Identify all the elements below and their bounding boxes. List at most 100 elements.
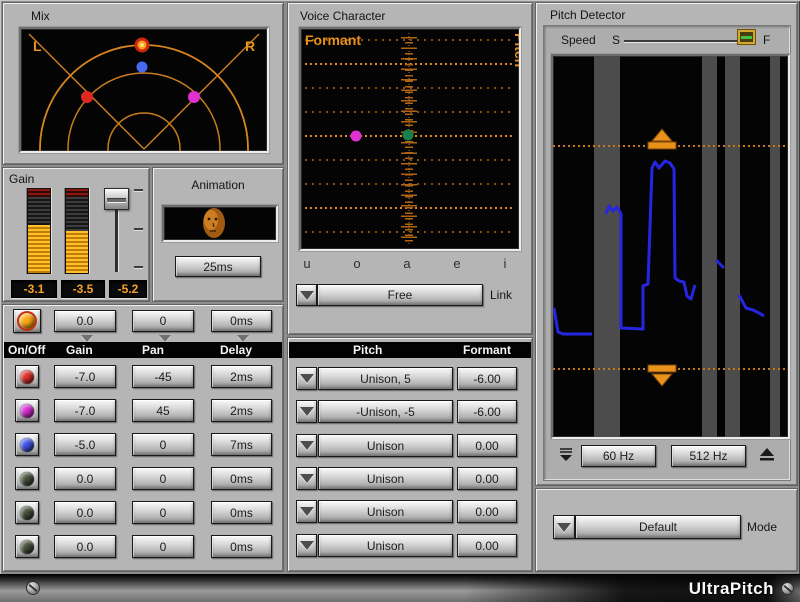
mix-arc-outer xyxy=(40,45,248,151)
voice-5-onoff-button[interactable] xyxy=(15,501,39,524)
low-threshold-marker-icon[interactable] xyxy=(652,374,672,386)
gain-fader-handle[interactable] xyxy=(104,188,129,210)
dropdown-arrow-icon xyxy=(300,407,314,416)
speed-slider-track[interactable] xyxy=(624,40,740,42)
voice-1-gain-button[interactable]: -7.0 xyxy=(54,365,116,388)
gain-panel-title: Gain xyxy=(9,172,34,186)
gain-fader-value: -5.2 xyxy=(109,280,147,298)
pitch-2-formant-button[interactable]: -6.00 xyxy=(457,400,517,423)
high-threshold-marker-icon[interactable] xyxy=(652,129,672,141)
mix-panel-title: Mix xyxy=(31,9,50,23)
voice-3-delay-button[interactable]: 7ms xyxy=(211,433,272,456)
pitch-formant-header: Pitch Formant xyxy=(289,342,531,358)
voice-1-led xyxy=(20,370,34,384)
voice-6-pan-button[interactable]: 0 xyxy=(132,535,194,558)
pitch-5-formant-button[interactable]: 0.00 xyxy=(457,500,517,523)
voice-5-pan-button[interactable]: 0 xyxy=(132,501,194,524)
master-gain-button[interactable]: 0.0 xyxy=(54,310,116,332)
low-threshold-marker-bar[interactable] xyxy=(648,365,676,372)
range-min-icon[interactable] xyxy=(557,447,575,463)
animation-display xyxy=(162,205,278,242)
link-mode-dropdown-button[interactable] xyxy=(296,284,317,306)
vowel-label-u: u xyxy=(300,256,314,271)
pitch-4-interval-button[interactable]: Unison xyxy=(318,467,453,490)
pitch-detector-title: Pitch Detector xyxy=(550,8,625,22)
voice-2-gain-button[interactable]: -7.0 xyxy=(54,399,116,422)
voice-2-onoff-button[interactable] xyxy=(15,399,39,422)
pitch-6-interval-button[interactable]: Unison xyxy=(318,534,453,557)
pitch-3-dropdown-button[interactable] xyxy=(296,434,317,457)
detector-stripe xyxy=(725,56,740,437)
master-delay-button[interactable]: 0ms xyxy=(211,310,272,332)
gain-meter-right-value: -3.5 xyxy=(61,280,105,298)
animation-rate-button[interactable]: 25ms xyxy=(175,256,261,277)
dropdown-arrow-icon xyxy=(300,441,314,450)
voice-5-gain-button[interactable]: 0.0 xyxy=(54,501,116,524)
gain-meter-left xyxy=(27,188,51,274)
column-pointer-icon xyxy=(159,335,171,342)
voice-4-onoff-button[interactable] xyxy=(15,467,39,490)
pitch-6-formant-button[interactable]: 0.00 xyxy=(457,534,517,557)
mix-right-speaker-label: R xyxy=(245,38,255,54)
voice-1-pan-button[interactable]: -45 xyxy=(132,365,194,388)
voice-4-gain-button[interactable]: 0.0 xyxy=(54,467,116,490)
pitch-1-dropdown-button[interactable] xyxy=(296,367,317,390)
meter-lit-zone xyxy=(66,231,88,273)
pitch-curve-segment xyxy=(716,260,724,268)
mode-dropdown-button[interactable] xyxy=(553,515,575,539)
pitch-axis-label: Pitch xyxy=(512,33,519,67)
voice-5-delay-button[interactable]: 0ms xyxy=(211,501,272,524)
pitch-5-interval-button[interactable]: Unison xyxy=(318,500,453,523)
gain-meter-right xyxy=(65,188,89,274)
gain-meter-left-value: -3.1 xyxy=(11,280,57,298)
range-max-icon[interactable] xyxy=(758,447,776,463)
voice-character-dot-magenta[interactable] xyxy=(351,131,362,142)
speed-slider-handle[interactable] xyxy=(738,30,755,44)
pitch-2-interval-button[interactable]: -Unison, -5 xyxy=(318,400,453,423)
pitch-6-dropdown-button[interactable] xyxy=(296,534,317,557)
pitch-1-interval-button[interactable]: Unison, 5 xyxy=(318,367,453,390)
voice-character-dot-green[interactable] xyxy=(403,130,414,141)
voice-3-onoff-button[interactable] xyxy=(15,433,39,456)
master-onoff-button[interactable] xyxy=(13,309,41,333)
voice-4-pan-button[interactable]: 0 xyxy=(132,467,194,490)
link-mode-value-button[interactable]: Free xyxy=(317,284,483,306)
pitch-3-formant-button[interactable]: 0.00 xyxy=(457,434,517,457)
mix-dot-voice-red[interactable] xyxy=(81,91,93,103)
pitch-3-interval-button[interactable]: Unison xyxy=(318,434,453,457)
header-pan: Pan xyxy=(142,343,164,357)
voice-4-delay-button[interactable]: 0ms xyxy=(211,467,272,490)
mix-left-speaker-label: L xyxy=(33,38,42,54)
face-eye xyxy=(208,218,211,221)
mix-dot-voice-blue[interactable] xyxy=(137,62,148,73)
pitch-detector-display xyxy=(551,54,790,439)
pitch-4-formant-button[interactable]: 0.00 xyxy=(457,467,517,490)
voice-2-pan-button[interactable]: 45 xyxy=(132,399,194,422)
pitch-4-dropdown-button[interactable] xyxy=(296,467,317,490)
voice-3-gain-button[interactable]: -5.0 xyxy=(54,433,116,456)
pitch-5-dropdown-button[interactable] xyxy=(296,500,317,523)
vowel-label-e: e xyxy=(450,256,464,271)
voice-1-onoff-button[interactable] xyxy=(15,365,39,388)
low-frequency-button[interactable]: 60 Hz xyxy=(581,445,656,467)
mix-arc-inner xyxy=(108,113,180,151)
mode-value-button[interactable]: Default xyxy=(575,515,741,539)
voice-6-gain-button[interactable]: 0.0 xyxy=(54,535,116,558)
voice-2-delay-button[interactable]: 2ms xyxy=(211,399,272,422)
pitch-1-formant-button[interactable]: -6.00 xyxy=(457,367,517,390)
master-pan-button[interactable]: 0 xyxy=(132,310,194,332)
pitch-2-dropdown-button[interactable] xyxy=(296,400,317,423)
high-threshold-marker-bar[interactable] xyxy=(648,142,676,149)
mix-dot-voice-magenta[interactable] xyxy=(188,91,200,103)
master-led xyxy=(19,313,35,329)
range-max-line xyxy=(760,458,774,461)
voice-3-pan-button[interactable]: 0 xyxy=(132,433,194,456)
voice-1-delay-button[interactable]: 2ms xyxy=(211,365,272,388)
high-frequency-button[interactable]: 512 Hz xyxy=(671,445,746,467)
voices-table-header: On/Off Gain Pan Delay xyxy=(4,342,282,358)
voice-6-delay-button[interactable]: 0ms xyxy=(211,535,272,558)
footer-bar: UltraPitch xyxy=(0,574,800,602)
voices-table-panel: 0.0 0 0ms On/Off Gain Pan Delay -7.0 -45… xyxy=(2,304,284,572)
mix-pad-graphic: L R xyxy=(21,29,267,151)
voice-6-onoff-button[interactable] xyxy=(15,535,39,558)
